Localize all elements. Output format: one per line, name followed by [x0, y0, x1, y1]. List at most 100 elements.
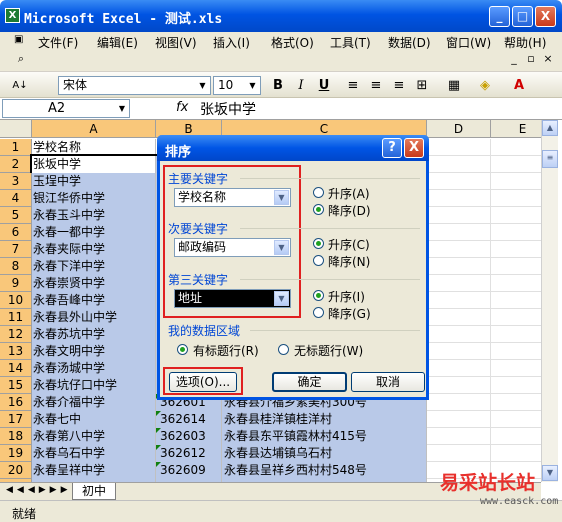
cell-empty[interactable]	[427, 258, 491, 275]
row-header[interactable]: 15	[0, 377, 32, 394]
cell-a[interactable]: 永春夹际中学	[32, 241, 156, 258]
secondary-desc-radio[interactable]	[313, 255, 324, 266]
row-header[interactable]: 16	[0, 394, 32, 411]
cell-b[interactable]: 362612	[156, 445, 222, 462]
menu-view[interactable]: 视图(V)	[155, 34, 197, 51]
cell-empty[interactable]	[491, 190, 541, 207]
cell-empty[interactable]	[491, 445, 541, 462]
menu-file[interactable]: 文件(F)	[38, 34, 78, 51]
sort-az-icon[interactable]: A↓	[10, 76, 30, 95]
row-header[interactable]: 17	[0, 411, 32, 428]
cell-a[interactable]: 永春县外山中学	[32, 309, 156, 326]
cell-empty[interactable]	[491, 258, 541, 275]
cell-b[interactable]: 362603	[156, 428, 222, 445]
cell-empty[interactable]	[491, 173, 541, 190]
tertiary-asc-radio[interactable]	[313, 290, 324, 301]
cell-a[interactable]: 学校名称	[32, 139, 156, 156]
row-header[interactable]: 13	[0, 343, 32, 360]
cell-empty[interactable]	[427, 207, 491, 224]
font-name-select[interactable]: 宋体 ▼	[58, 76, 211, 95]
cell-empty[interactable]	[491, 156, 541, 173]
menu-data[interactable]: 数据(D)	[388, 34, 431, 51]
cell-empty[interactable]	[491, 139, 541, 156]
cell-a[interactable]: 永春下洋中学	[32, 258, 156, 275]
borders-icon[interactable]: ▦	[444, 76, 464, 95]
cell-a[interactable]: 玉埕中学	[32, 173, 156, 190]
window-titlebar[interactable]: X Microsoft Excel - 测试.xls _ □ X	[0, 0, 562, 32]
cell-empty[interactable]	[427, 224, 491, 241]
primary-key-select[interactable]: 学校名称 ▼	[174, 188, 291, 207]
row-header[interactable]: 5	[0, 207, 32, 224]
cell-empty[interactable]	[491, 377, 541, 394]
cell-c[interactable]: 永春县呈祥乡西村村548号	[222, 462, 427, 479]
cell-a[interactable]: 永春苏坑中学	[32, 326, 156, 343]
scroll-down-icon[interactable]: ▼	[542, 465, 558, 481]
name-box[interactable]: A2 ▼	[2, 99, 130, 118]
scroll-thumb[interactable]: ≡	[542, 150, 558, 168]
cell-empty[interactable]	[491, 326, 541, 343]
cell-empty[interactable]	[491, 343, 541, 360]
cell-empty[interactable]	[427, 190, 491, 207]
cell-empty[interactable]	[427, 377, 491, 394]
underline-button[interactable]: U	[314, 76, 334, 95]
cell-a[interactable]: 永春第八中学	[32, 428, 156, 445]
row-header[interactable]: 1	[0, 139, 32, 156]
row-header[interactable]: 18	[0, 428, 32, 445]
menu-window[interactable]: 窗口(W)	[446, 34, 491, 51]
cell-empty[interactable]	[491, 224, 541, 241]
column-header-a[interactable]: A	[32, 120, 156, 138]
secondary-desc-label[interactable]: 降序(N)	[328, 253, 370, 270]
menu-insert[interactable]: 插入(I)	[213, 34, 250, 51]
row-header[interactable]: 6	[0, 224, 32, 241]
header-row-radio[interactable]	[177, 344, 188, 355]
tertiary-key-select[interactable]: 地址 ▼	[174, 289, 291, 308]
secondary-asc-label[interactable]: 升序(C)	[328, 236, 370, 253]
sheet-nav-icon[interactable]: ◀◀◀▶▶▶	[6, 485, 72, 495]
cell-empty[interactable]	[427, 156, 491, 173]
cell-empty[interactable]	[427, 326, 491, 343]
cell-c[interactable]: 永春县达埔镇乌石村	[222, 445, 427, 462]
row-header[interactable]: 8	[0, 258, 32, 275]
secondary-asc-radio[interactable]	[313, 238, 324, 249]
cell-empty[interactable]	[491, 394, 541, 411]
options-button[interactable]: 选项(O)...	[169, 372, 237, 392]
column-header-d[interactable]: D	[427, 120, 491, 138]
ok-button[interactable]: 确定	[272, 372, 347, 392]
row-header[interactable]: 20	[0, 462, 32, 479]
primary-desc-radio[interactable]	[313, 204, 324, 215]
cell-a[interactable]: 永春汤城中学	[32, 360, 156, 377]
cell-empty[interactable]	[491, 360, 541, 377]
font-size-select[interactable]: 10 ▼	[213, 76, 261, 95]
tertiary-asc-label[interactable]: 升序(I)	[328, 288, 365, 305]
doc-close-button[interactable]: ×	[541, 52, 555, 66]
formula-value[interactable]: 张坂中学	[200, 99, 256, 119]
cell-a[interactable]: 永春七中	[32, 411, 156, 428]
primary-asc-label[interactable]: 升序(A)	[328, 185, 370, 202]
cell-empty[interactable]	[491, 241, 541, 258]
fx-icon[interactable]: fx	[176, 100, 188, 115]
font-color-icon[interactable]: A	[509, 76, 529, 95]
excel-app-icon[interactable]: X	[5, 8, 20, 23]
cell-a[interactable]: 永春乌石中学	[32, 445, 156, 462]
dialog-titlebar[interactable]: 排序 ? X	[157, 135, 429, 161]
minimize-button[interactable]: _	[489, 6, 510, 27]
fill-color-icon[interactable]: ◈	[475, 76, 495, 95]
menu-format[interactable]: 格式(O)	[271, 34, 314, 51]
tertiary-desc-label[interactable]: 降序(G)	[328, 305, 371, 322]
cell-empty[interactable]	[427, 241, 491, 258]
scroll-up-icon[interactable]: ▲	[542, 120, 558, 136]
row-header[interactable]: 7	[0, 241, 32, 258]
bold-button[interactable]: B	[268, 76, 288, 95]
cell-empty[interactable]	[427, 360, 491, 377]
align-left-icon[interactable]: ≡	[343, 76, 363, 95]
doc-restore-button[interactable]: ▫	[524, 52, 538, 66]
menu-tools[interactable]: 工具(T)	[330, 34, 371, 51]
cell-a[interactable]: 张坂中学	[30, 154, 158, 175]
italic-button[interactable]: I	[291, 76, 311, 95]
cell-a[interactable]: 永春吾峰中学	[32, 292, 156, 309]
align-right-icon[interactable]: ≡	[389, 76, 409, 95]
dialog-help-button[interactable]: ?	[382, 138, 402, 158]
select-all-corner[interactable]	[0, 120, 32, 138]
cell-a[interactable]: 永春玉斗中学	[32, 207, 156, 224]
row-header[interactable]: 4	[0, 190, 32, 207]
